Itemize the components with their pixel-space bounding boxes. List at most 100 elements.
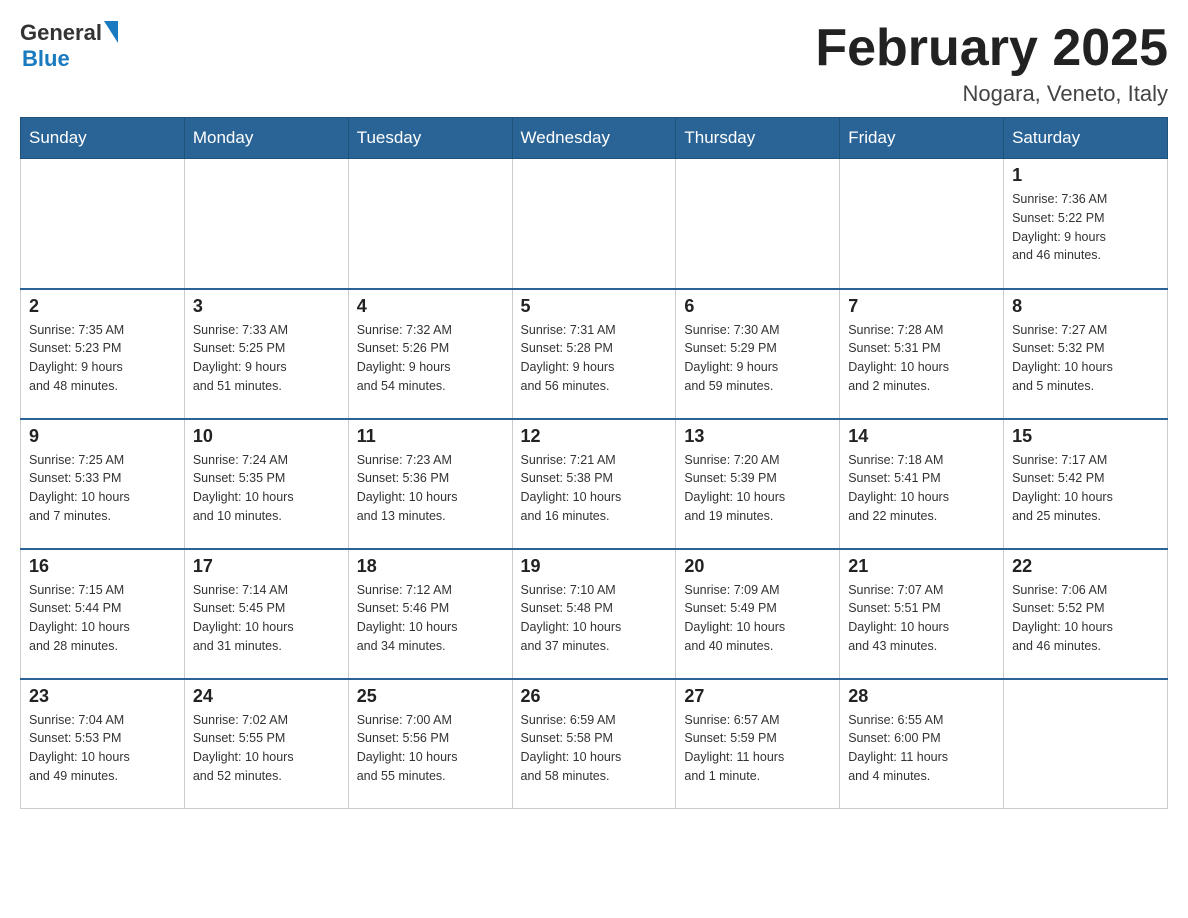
day-info: Sunrise: 7:07 AM Sunset: 5:51 PM Dayligh… — [848, 581, 995, 656]
calendar-table: SundayMondayTuesdayWednesdayThursdayFrid… — [20, 117, 1168, 809]
calendar-cell: 7Sunrise: 7:28 AM Sunset: 5:31 PM Daylig… — [840, 289, 1004, 419]
day-number: 1 — [1012, 165, 1159, 186]
calendar-cell: 17 Sunrise: 7:14 AM Sunset: 5:45 PM Dayli… — [184, 549, 348, 679]
calendar-day-header: Saturday — [1004, 118, 1168, 159]
calendar-week-row: 2 Sunrise: 7:35 AM Sunset: 5:23 PM Daylig… — [21, 289, 1168, 419]
day-info: Sunrise: 7:09 AM Sunset: 5:49 PM Dayligh… — [684, 581, 831, 656]
calendar-cell: 23 Sunrise: 7:04 AM Sunset: 5:53 PM Dayli… — [21, 679, 185, 809]
calendar-cell: 3 Sunrise: 7:33 AM Sunset: 5:25 PM Daylig… — [184, 289, 348, 419]
calendar-week-row: 9Sunrise: 7:25 AM Sunset: 5:33 PM Daylig… — [21, 419, 1168, 549]
day-info: Sunrise: 7:04 AM Sunset: 5:53 PM Dayligh… — [29, 711, 176, 786]
day-number: 27 — [684, 686, 831, 707]
calendar-cell: 2 Sunrise: 7:35 AM Sunset: 5:23 PM Daylig… — [21, 289, 185, 419]
day-info: Sunrise: 7:15 AM Sunset: 5:44 PM Dayligh… — [29, 581, 176, 656]
day-number: 2 — [29, 296, 176, 317]
calendar-cell: 4Sunrise: 7:32 AM Sunset: 5:26 PM Daylig… — [348, 289, 512, 419]
calendar-cell: 16 Sunrise: 7:15 AM Sunset: 5:44 PM Dayli… — [21, 549, 185, 679]
day-number: 12 — [521, 426, 668, 447]
day-info: Sunrise: 7:00 AM Sunset: 5:56 PM Dayligh… — [357, 711, 504, 786]
day-number: 6 — [684, 296, 831, 317]
location-title: Nogara, Veneto, Italy — [815, 81, 1168, 107]
calendar-cell: 19 Sunrise: 7:10 AM Sunset: 5:48 PM Dayli… — [512, 549, 676, 679]
calendar-cell: 8 Sunrise: 7:27 AM Sunset: 5:32 PM Daylig… — [1004, 289, 1168, 419]
day-number: 16 — [29, 556, 176, 577]
calendar-day-header: Tuesday — [348, 118, 512, 159]
day-number: 9 — [29, 426, 176, 447]
calendar-cell — [21, 159, 185, 289]
calendar-cell: 27Sunrise: 6:57 AM Sunset: 5:59 PM Dayli… — [676, 679, 840, 809]
calendar-week-row: 1 Sunrise: 7:36 AM Sunset: 5:22 PM Daylig… — [21, 159, 1168, 289]
day-info: Sunrise: 6:55 AM Sunset: 6:00 PM Dayligh… — [848, 711, 995, 786]
logo: General Blue — [20, 20, 118, 72]
day-info: Sunrise: 7:12 AM Sunset: 5:46 PM Dayligh… — [357, 581, 504, 656]
day-info: Sunrise: 7:17 AM Sunset: 5:42 PM Dayligh… — [1012, 451, 1159, 526]
calendar-cell: 14 Sunrise: 7:18 AM Sunset: 5:41 PM Dayli… — [840, 419, 1004, 549]
calendar-cell: 28 Sunrise: 6:55 AM Sunset: 6:00 PM Dayli… — [840, 679, 1004, 809]
calendar-week-row: 16 Sunrise: 7:15 AM Sunset: 5:44 PM Dayli… — [21, 549, 1168, 679]
calendar-cell: 12 Sunrise: 7:21 AM Sunset: 5:38 PM Dayli… — [512, 419, 676, 549]
calendar-cell: 25 Sunrise: 7:00 AM Sunset: 5:56 PM Dayli… — [348, 679, 512, 809]
calendar-cell: 24 Sunrise: 7:02 AM Sunset: 5:55 PM Dayli… — [184, 679, 348, 809]
day-number: 14 — [848, 426, 995, 447]
day-number: 4 — [357, 296, 504, 317]
calendar-cell: 1 Sunrise: 7:36 AM Sunset: 5:22 PM Daylig… — [1004, 159, 1168, 289]
day-info: Sunrise: 7:14 AM Sunset: 5:45 PM Dayligh… — [193, 581, 340, 656]
day-number: 23 — [29, 686, 176, 707]
day-info: Sunrise: 7:10 AM Sunset: 5:48 PM Dayligh… — [521, 581, 668, 656]
calendar-cell: 11 Sunrise: 7:23 AM Sunset: 5:36 PM Dayli… — [348, 419, 512, 549]
calendar-day-header: Thursday — [676, 118, 840, 159]
calendar-cell: 13Sunrise: 7:20 AM Sunset: 5:39 PM Dayli… — [676, 419, 840, 549]
day-number: 3 — [193, 296, 340, 317]
day-info: Sunrise: 7:35 AM Sunset: 5:23 PM Dayligh… — [29, 321, 176, 396]
day-info: Sunrise: 7:30 AM Sunset: 5:29 PM Dayligh… — [684, 321, 831, 396]
calendar-cell — [512, 159, 676, 289]
day-info: Sunrise: 7:23 AM Sunset: 5:36 PM Dayligh… — [357, 451, 504, 526]
calendar-week-row: 23 Sunrise: 7:04 AM Sunset: 5:53 PM Dayli… — [21, 679, 1168, 809]
day-number: 19 — [521, 556, 668, 577]
day-info: Sunrise: 6:59 AM Sunset: 5:58 PM Dayligh… — [521, 711, 668, 786]
calendar-day-header: Wednesday — [512, 118, 676, 159]
day-number: 17 — [193, 556, 340, 577]
calendar-cell: 18 Sunrise: 7:12 AM Sunset: 5:46 PM Dayli… — [348, 549, 512, 679]
title-section: February 2025 Nogara, Veneto, Italy — [815, 20, 1168, 107]
day-info: Sunrise: 7:27 AM Sunset: 5:32 PM Dayligh… — [1012, 321, 1159, 396]
logo-text-blue: Blue — [22, 46, 118, 72]
calendar-cell: 26Sunrise: 6:59 AM Sunset: 5:58 PM Dayli… — [512, 679, 676, 809]
day-number: 10 — [193, 426, 340, 447]
calendar-cell: 5 Sunrise: 7:31 AM Sunset: 5:28 PM Daylig… — [512, 289, 676, 419]
day-number: 24 — [193, 686, 340, 707]
calendar-header-row: SundayMondayTuesdayWednesdayThursdayFrid… — [21, 118, 1168, 159]
day-number: 22 — [1012, 556, 1159, 577]
day-number: 20 — [684, 556, 831, 577]
day-info: Sunrise: 7:21 AM Sunset: 5:38 PM Dayligh… — [521, 451, 668, 526]
calendar-cell: 22 Sunrise: 7:06 AM Sunset: 5:52 PM Dayli… — [1004, 549, 1168, 679]
calendar-cell — [348, 159, 512, 289]
day-number: 28 — [848, 686, 995, 707]
day-number: 18 — [357, 556, 504, 577]
logo-triangle-icon — [104, 21, 118, 43]
calendar-day-header: Monday — [184, 118, 348, 159]
day-info: Sunrise: 7:06 AM Sunset: 5:52 PM Dayligh… — [1012, 581, 1159, 656]
day-info: Sunrise: 7:33 AM Sunset: 5:25 PM Dayligh… — [193, 321, 340, 396]
day-info: Sunrise: 7:02 AM Sunset: 5:55 PM Dayligh… — [193, 711, 340, 786]
day-info: Sunrise: 7:36 AM Sunset: 5:22 PM Dayligh… — [1012, 190, 1159, 265]
calendar-cell — [1004, 679, 1168, 809]
day-number: 5 — [521, 296, 668, 317]
day-number: 11 — [357, 426, 504, 447]
calendar-cell: 10 Sunrise: 7:24 AM Sunset: 5:35 PM Dayli… — [184, 419, 348, 549]
day-number: 8 — [1012, 296, 1159, 317]
day-info: Sunrise: 7:18 AM Sunset: 5:41 PM Dayligh… — [848, 451, 995, 526]
calendar-cell: 21Sunrise: 7:07 AM Sunset: 5:51 PM Dayli… — [840, 549, 1004, 679]
calendar-cell — [184, 159, 348, 289]
day-info: Sunrise: 7:31 AM Sunset: 5:28 PM Dayligh… — [521, 321, 668, 396]
calendar-day-header: Sunday — [21, 118, 185, 159]
calendar-cell: 6 Sunrise: 7:30 AM Sunset: 5:29 PM Daylig… — [676, 289, 840, 419]
calendar-cell: 20 Sunrise: 7:09 AM Sunset: 5:49 PM Dayli… — [676, 549, 840, 679]
calendar-cell — [840, 159, 1004, 289]
calendar-cell: 9Sunrise: 7:25 AM Sunset: 5:33 PM Daylig… — [21, 419, 185, 549]
day-info: Sunrise: 7:28 AM Sunset: 5:31 PM Dayligh… — [848, 321, 995, 396]
day-info: Sunrise: 7:24 AM Sunset: 5:35 PM Dayligh… — [193, 451, 340, 526]
month-title: February 2025 — [815, 20, 1168, 77]
logo-text-general: General — [20, 20, 102, 46]
day-number: 25 — [357, 686, 504, 707]
